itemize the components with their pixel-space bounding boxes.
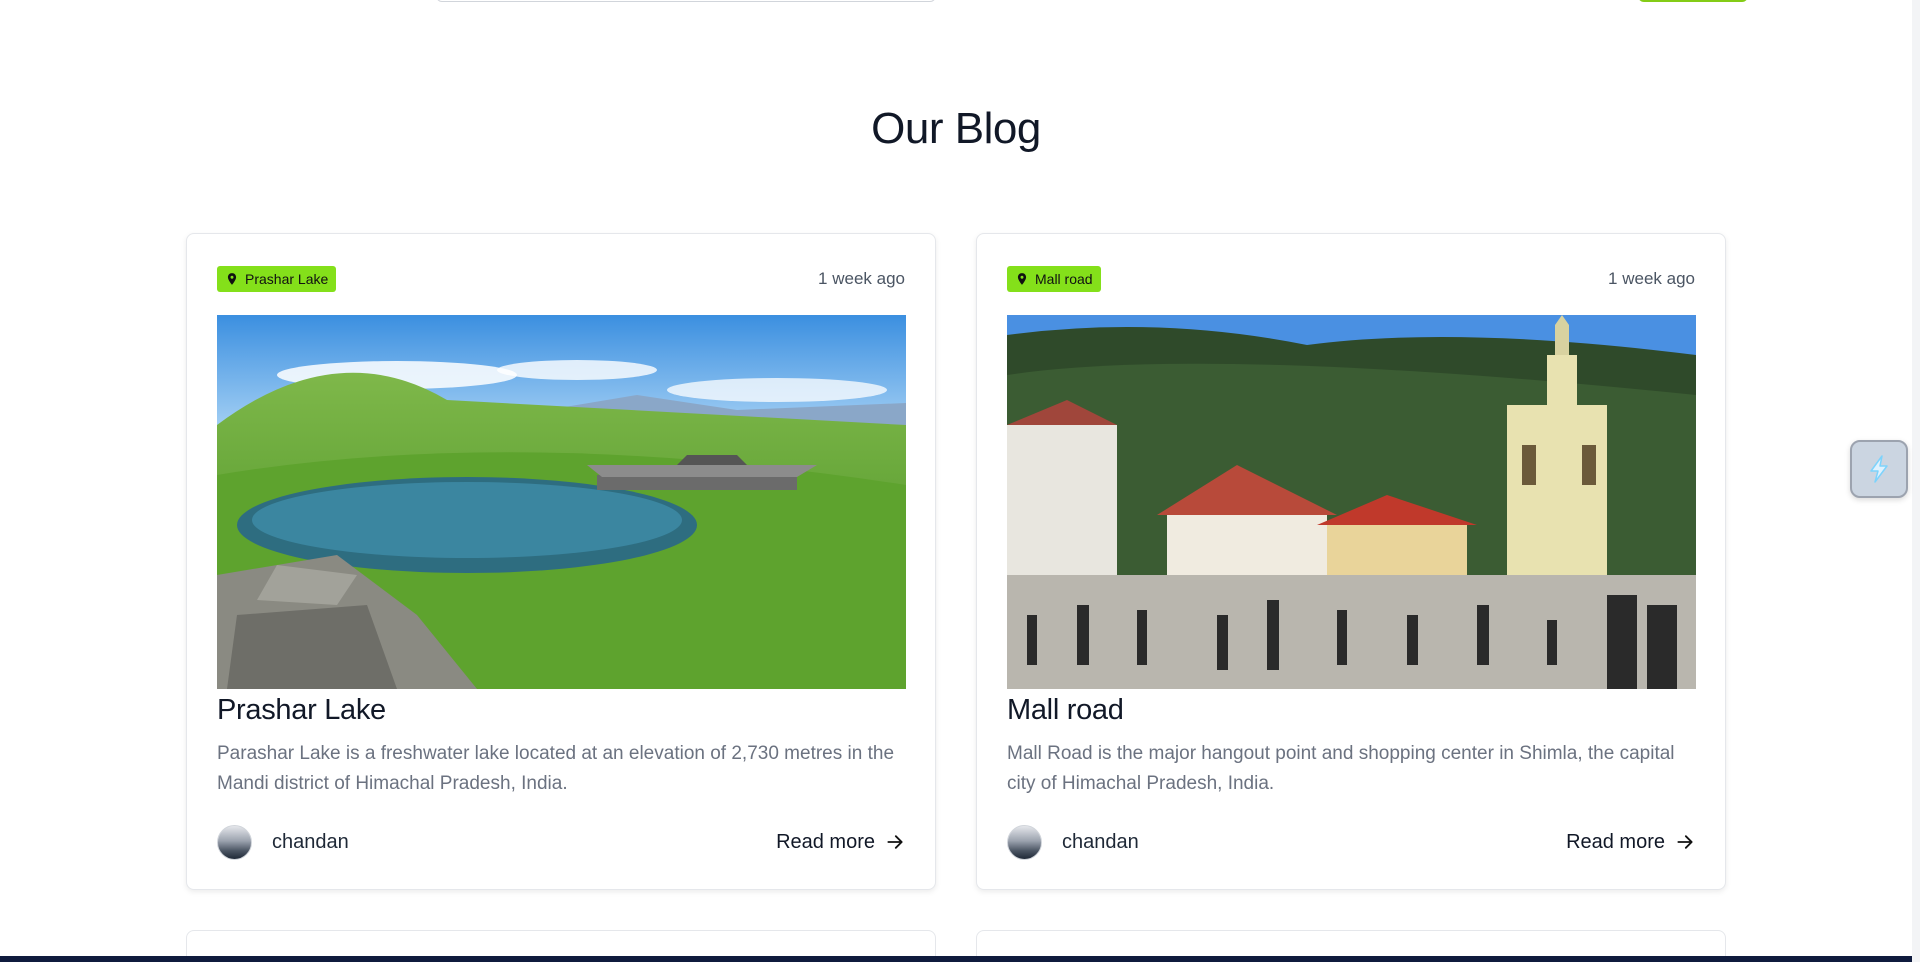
- header-cta-remnant[interactable]: [1638, 0, 1748, 2]
- post-time: 1 week ago: [1608, 269, 1695, 288]
- blog-card-mall-road: Mall road 1 week ago Mall road Mall Road…: [976, 233, 1726, 890]
- post-image[interactable]: [217, 315, 906, 689]
- card-meta: Prashar Lake 1 week ago: [217, 266, 905, 292]
- post-description: Parashar Lake is a freshwater lake locat…: [217, 743, 895, 794]
- read-more-link[interactable]: Read more: [1566, 831, 1695, 854]
- post-title[interactable]: Mall road: [1007, 694, 1124, 727]
- floating-widget-button[interactable]: [1850, 440, 1908, 498]
- author[interactable]: chandan: [1007, 824, 1139, 860]
- map-pin-icon: [1017, 273, 1027, 285]
- post-image[interactable]: [1007, 315, 1696, 689]
- lightning-widget-icon: [1870, 455, 1888, 483]
- search-bar-remnant[interactable]: [436, 0, 936, 2]
- avatar: [1007, 824, 1042, 860]
- card-meta: Mall road 1 week ago: [1007, 266, 1695, 292]
- card-footer: chandan Read more: [217, 824, 905, 860]
- post-time: 1 week ago: [818, 269, 905, 288]
- blog-card-prashar-lake: Prashar Lake 1 week ago Prashar Lake Par…: [186, 233, 936, 890]
- location-badge[interactable]: Mall road: [1007, 266, 1101, 292]
- post-description: Mall Road is the major hangout point and…: [1007, 743, 1675, 794]
- section-title: Our Blog: [871, 104, 1041, 153]
- author-name: chandan: [272, 830, 349, 853]
- author[interactable]: chandan: [217, 824, 349, 860]
- map-pin-icon: [227, 273, 237, 285]
- avatar: [217, 824, 252, 860]
- footer-edge: [0, 956, 1912, 962]
- lake-landscape-image: [217, 315, 906, 689]
- location-label: Prashar Lake: [245, 271, 329, 287]
- read-more-label: Read more: [1566, 830, 1665, 853]
- card-footer: chandan Read more: [1007, 824, 1695, 860]
- location-badge[interactable]: Prashar Lake: [217, 266, 337, 292]
- scrollbar[interactable]: [1912, 0, 1920, 962]
- arrow-right-icon: [887, 835, 903, 849]
- blog-page: Our Blog Prashar Lake 1 week ago Prashar…: [0, 0, 1920, 962]
- arrow-right-icon: [1677, 835, 1693, 849]
- town-square-image: [1007, 315, 1696, 689]
- read-more-label: Read more: [776, 830, 875, 853]
- location-label: Mall road: [1035, 271, 1093, 287]
- author-name: chandan: [1062, 830, 1139, 853]
- post-title[interactable]: Prashar Lake: [217, 694, 386, 727]
- read-more-link[interactable]: Read more: [776, 831, 905, 854]
